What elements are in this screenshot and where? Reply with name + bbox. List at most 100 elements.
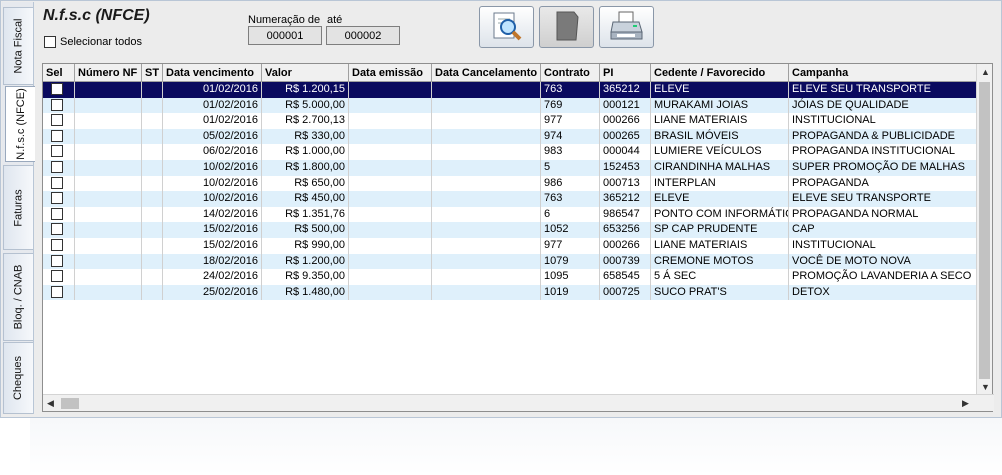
row-checkbox[interactable] bbox=[51, 270, 63, 283]
scroll-left-icon[interactable]: ◀ bbox=[47, 398, 54, 409]
row-checkbox[interactable] bbox=[51, 161, 63, 173]
column-header[interactable]: Cedente / Favorecido bbox=[651, 64, 789, 82]
row-select-cell[interactable] bbox=[43, 191, 75, 207]
table-cell: 000739 bbox=[600, 253, 651, 270]
scroll-right-icon[interactable]: ▶ bbox=[962, 398, 969, 409]
table-cell bbox=[432, 144, 541, 160]
table-cell: LIANE MATERIAIS bbox=[651, 238, 789, 254]
row-checkbox[interactable] bbox=[51, 285, 63, 298]
row-checkbox[interactable] bbox=[51, 239, 63, 251]
table-cell: INSTITUCIONAL bbox=[789, 113, 978, 129]
table-row[interactable]: 05/02/2016 R$ 330,00 974 000265 BRASIL MÓVEI… bbox=[43, 128, 978, 145]
column-header[interactable]: Sel bbox=[43, 64, 75, 82]
table-cell: SUCO PRAT'S bbox=[651, 284, 789, 301]
horizontal-scrollbar[interactable]: ◀ ▶ bbox=[43, 394, 994, 411]
row-checkbox[interactable] bbox=[51, 254, 63, 267]
row-checkbox[interactable] bbox=[51, 176, 63, 189]
tab-1[interactable]: Nota Fiscal bbox=[3, 7, 33, 85]
table-cell: CIRANDINHA MALHAS bbox=[651, 160, 789, 176]
row-select-cell[interactable] bbox=[43, 269, 75, 285]
row-select-cell[interactable] bbox=[43, 144, 75, 160]
table-cell: R$ 5.000,00 bbox=[262, 97, 349, 114]
row-checkbox[interactable] bbox=[51, 145, 63, 158]
table-cell bbox=[349, 175, 432, 192]
row-checkbox[interactable] bbox=[51, 223, 63, 236]
vertical-scroll-thumb[interactable] bbox=[979, 82, 990, 379]
column-header[interactable]: Data emissão bbox=[349, 64, 432, 82]
column-header[interactable]: Valor bbox=[262, 64, 349, 82]
tab-4[interactable]: Bloq. / CNAB bbox=[3, 253, 33, 341]
column-header[interactable]: PI bbox=[600, 64, 651, 82]
column-header[interactable]: Data vencimento bbox=[163, 64, 262, 82]
blank-document-button[interactable] bbox=[539, 6, 594, 48]
row-select-cell[interactable] bbox=[43, 175, 75, 192]
scroll-up-icon[interactable]: ▲ bbox=[981, 67, 990, 77]
row-select-cell[interactable] bbox=[43, 128, 75, 145]
column-header[interactable]: Campanha bbox=[789, 64, 978, 82]
vertical-scrollbar[interactable]: ▲ ▼ bbox=[976, 64, 992, 395]
table-row[interactable]: 06/02/2016 R$ 1.000,00 983 000044 LUMIERE VE… bbox=[43, 144, 978, 160]
table-row[interactable]: 01/02/2016 R$ 1.200,15 763 365212 ELEVE ELEVE… bbox=[43, 82, 978, 98]
table-cell bbox=[75, 160, 142, 176]
row-select-cell[interactable] bbox=[43, 82, 75, 98]
table-row[interactable]: 01/02/2016 R$ 5.000,00 769 000121 MURAKAMI J… bbox=[43, 97, 978, 114]
table-row[interactable]: 01/02/2016 R$ 2.700,13 977 000266 LIANE MATE… bbox=[43, 113, 978, 129]
column-header[interactable]: ST bbox=[142, 64, 163, 82]
row-checkbox[interactable] bbox=[51, 207, 63, 220]
table-cell: 01/02/2016 bbox=[163, 97, 262, 114]
table-row[interactable]: 18/02/2016 R$ 1.200,00 1079 000739 CREMONE M… bbox=[43, 253, 978, 270]
row-checkbox[interactable] bbox=[51, 129, 63, 142]
column-header[interactable]: Contrato bbox=[541, 64, 600, 82]
table-cell: R$ 1.200,15 bbox=[262, 82, 349, 98]
table-cell: INSTITUCIONAL bbox=[789, 238, 978, 254]
tab-label: Faturas bbox=[12, 188, 25, 227]
column-header[interactable]: Data Cancelamento bbox=[432, 64, 541, 82]
table-row[interactable]: 25/02/2016 R$ 1.480,00 1019 000725 SUCO PRAT… bbox=[43, 284, 978, 301]
table-cell bbox=[75, 191, 142, 207]
table-cell: PONTO COM INFORMÁTICA bbox=[651, 206, 789, 223]
table-cell: ELEVE SEU TRANSPORTE bbox=[789, 82, 978, 98]
row-select-cell[interactable] bbox=[43, 222, 75, 238]
select-all[interactable]: Selecionar todos bbox=[44, 36, 142, 48]
row-select-cell[interactable] bbox=[43, 160, 75, 176]
table-row[interactable]: 14/02/2016 R$ 1.351,76 6 986547 PONTO COM IN… bbox=[43, 206, 978, 223]
row-select-cell[interactable] bbox=[43, 284, 75, 301]
row-select-cell[interactable] bbox=[43, 253, 75, 270]
table-row[interactable]: 10/02/2016 R$ 1.800,00 5 152453 CIRANDINHA M… bbox=[43, 160, 978, 176]
table-cell bbox=[432, 269, 541, 285]
row-checkbox[interactable] bbox=[51, 192, 63, 205]
search-document-icon bbox=[490, 10, 524, 45]
table-row[interactable]: 24/02/2016 R$ 9.350,00 1095 658545 5 Á SEC PR… bbox=[43, 269, 978, 285]
table-cell bbox=[75, 113, 142, 129]
table-cell bbox=[349, 97, 432, 114]
table-cell: MURAKAMI JOIAS bbox=[651, 97, 789, 114]
print-button[interactable] bbox=[599, 6, 654, 48]
numeracao-from-field[interactable]: 000001 bbox=[248, 26, 322, 45]
row-select-cell[interactable] bbox=[43, 206, 75, 223]
table-row[interactable]: 15/02/2016 R$ 500,00 1052 653256 SP CAP PRUD… bbox=[43, 222, 978, 238]
horizontal-scroll-thumb[interactable] bbox=[61, 398, 79, 409]
tab-3[interactable]: Faturas bbox=[3, 165, 33, 250]
row-checkbox[interactable] bbox=[51, 98, 63, 111]
row-select-cell[interactable] bbox=[43, 113, 75, 129]
table-cell bbox=[349, 238, 432, 254]
row-checkbox[interactable] bbox=[51, 83, 63, 95]
tab-5[interactable]: Cheques bbox=[3, 342, 33, 414]
row-checkbox[interactable] bbox=[51, 114, 63, 127]
table-cell: 06/02/2016 bbox=[163, 144, 262, 160]
table-cell: 365212 bbox=[600, 82, 651, 98]
scroll-down-icon[interactable]: ▼ bbox=[981, 382, 990, 392]
table-row[interactable]: 10/02/2016 R$ 650,00 986 000713 INTERPLAN PRO… bbox=[43, 175, 978, 192]
select-all-checkbox[interactable] bbox=[44, 36, 56, 48]
tab-2[interactable]: N.f.s.c (NFCE) bbox=[5, 86, 35, 162]
grid-header: Sel Número NF ST Data vencimento Valor Data e… bbox=[43, 64, 978, 82]
table-row[interactable]: 15/02/2016 R$ 990,00 977 000266 LIANE MATERI… bbox=[43, 238, 978, 254]
row-select-cell[interactable] bbox=[43, 97, 75, 114]
search-button[interactable] bbox=[479, 6, 534, 48]
row-select-cell[interactable] bbox=[43, 238, 75, 254]
table-cell: 365212 bbox=[600, 191, 651, 207]
numeracao-to-field[interactable]: 000002 bbox=[326, 26, 400, 45]
table-cell: 974 bbox=[541, 128, 600, 145]
table-row[interactable]: 10/02/2016 R$ 450,00 763 365212 ELEVE ELEVE S… bbox=[43, 191, 978, 207]
column-header[interactable]: Número NF bbox=[75, 64, 142, 82]
